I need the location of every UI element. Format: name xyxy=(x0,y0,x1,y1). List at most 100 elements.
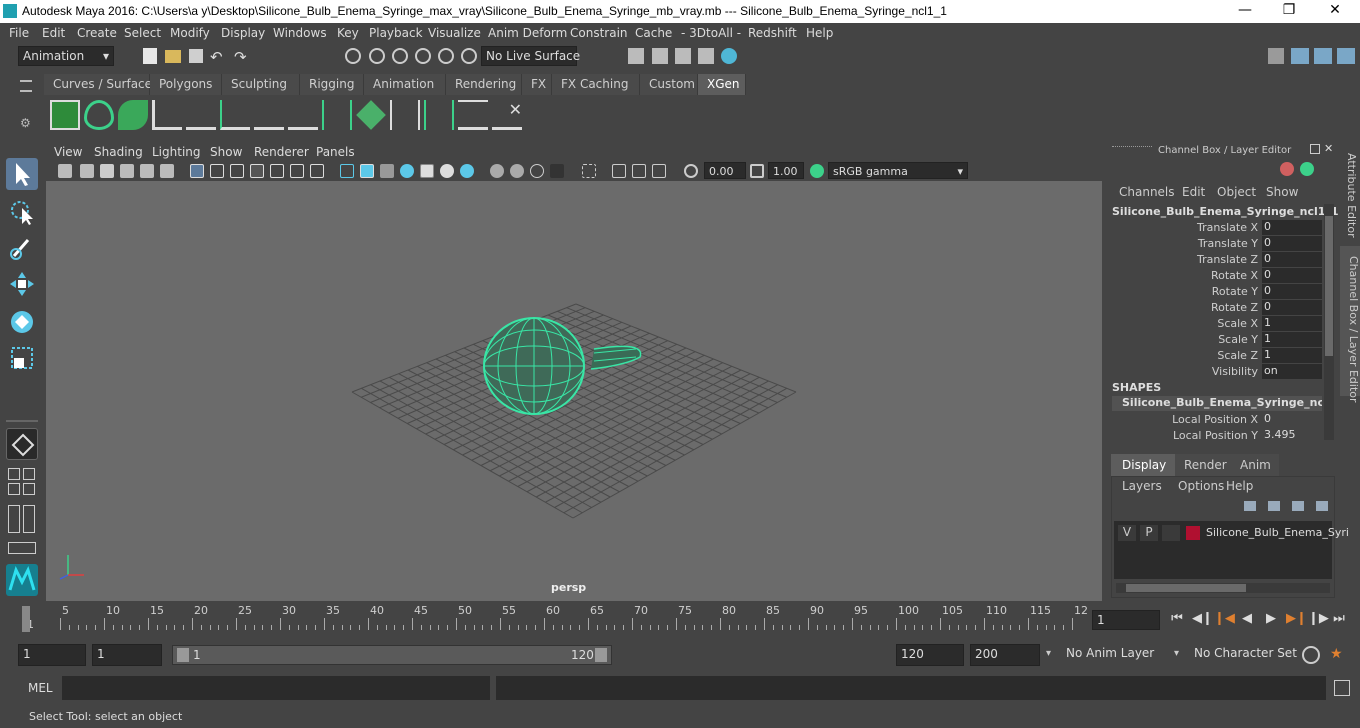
maya-home-icon[interactable] xyxy=(6,564,38,596)
screen-space-ao-icon[interactable] xyxy=(490,164,504,178)
layer-menu-layers[interactable]: Layers xyxy=(1122,479,1162,493)
xgen-guide-edit-icon[interactable] xyxy=(390,100,420,130)
gamma-field[interactable]: 1.00 xyxy=(768,162,804,179)
snap-point-icon[interactable] xyxy=(461,48,477,64)
tab-animation[interactable]: Animation xyxy=(364,74,446,95)
xray-icon[interactable] xyxy=(612,164,626,178)
camera-select-icon[interactable] xyxy=(58,164,72,178)
ipr-render-icon[interactable] xyxy=(675,48,691,64)
grid-toggle-icon[interactable] xyxy=(190,164,204,178)
xray-joints-icon[interactable] xyxy=(652,164,666,178)
xgen-leaf-icon[interactable] xyxy=(118,100,148,130)
new-layer-selected-icon[interactable] xyxy=(1316,501,1328,511)
move-tool-icon[interactable] xyxy=(6,268,38,300)
xgen-delete-icon[interactable]: ✕ xyxy=(492,100,522,130)
menu-windows[interactable]: Windows xyxy=(273,26,327,40)
tab-rendering[interactable]: Rendering xyxy=(446,74,522,95)
lasso-tool-icon[interactable] xyxy=(6,196,38,228)
close-button[interactable]: ✕ xyxy=(1320,2,1350,20)
select-by-hierarchy-icon[interactable] xyxy=(345,48,361,64)
menu-modify[interactable]: Modify xyxy=(170,26,210,40)
go-to-start-icon[interactable]: ⏮ xyxy=(1168,611,1186,629)
film-gate-icon[interactable] xyxy=(210,164,224,178)
layer-row[interactable]: V P Silicone_Bulb_Enema_Syri xyxy=(1118,525,1349,541)
chevron-down-icon[interactable]: ▾ xyxy=(1046,648,1051,659)
grease-pencil-icon[interactable] xyxy=(160,164,174,178)
command-input[interactable] xyxy=(62,676,490,700)
layer-tab-anim[interactable]: Anim xyxy=(1231,454,1279,476)
attr-value[interactable]: 0 xyxy=(1262,300,1322,315)
vp-menu-lighting[interactable]: Lighting xyxy=(152,145,201,159)
current-frame-field[interactable]: 1 xyxy=(1092,610,1160,630)
select-by-object-icon[interactable] xyxy=(369,48,385,64)
menu-redshift[interactable]: Redshift xyxy=(748,26,797,40)
attr-value[interactable]: on xyxy=(1262,364,1322,379)
paint-select-tool-icon[interactable] xyxy=(6,232,38,264)
cb-menu-edit[interactable]: Edit xyxy=(1182,185,1205,199)
persp-graph-layout-icon[interactable] xyxy=(23,468,35,480)
selected-object-name[interactable]: Silicone_Bulb_Enema_Syringe_ncl1_1 xyxy=(1112,205,1339,218)
default-material-icon[interactable] xyxy=(380,164,394,178)
menu-edit[interactable]: Edit xyxy=(42,26,65,40)
colorspace-dropdown[interactable]: sRGB gamma ▾ xyxy=(828,162,968,179)
tab-fx-caching[interactable]: FX Caching xyxy=(552,74,640,95)
layer-visibility-toggle[interactable]: V xyxy=(1118,525,1136,541)
attr-local-position-y[interactable]: Local Position Y 3.495 xyxy=(1104,428,1324,444)
cb-scrollbar[interactable] xyxy=(1324,204,1334,440)
layer-display-type[interactable] xyxy=(1162,525,1180,541)
animation-prefs-icon[interactable]: ★ xyxy=(1330,646,1348,664)
field-chart-icon[interactable] xyxy=(270,164,284,178)
select-by-component-icon[interactable] xyxy=(392,48,408,64)
new-scene-icon[interactable] xyxy=(143,48,157,64)
wireframe-on-shaded-icon[interactable] xyxy=(400,164,414,178)
attr-translate-x[interactable]: Translate X 0 xyxy=(1104,220,1324,236)
attr-value[interactable]: 3.495 xyxy=(1262,428,1322,443)
outliner-toggle-icon[interactable] xyxy=(8,505,20,533)
step-back-icon[interactable]: ◀❙ xyxy=(1192,611,1213,629)
menu-set-dropdown[interactable]: Animation ▾ xyxy=(18,46,114,66)
menu-constrain[interactable]: Constrain xyxy=(570,26,628,40)
xgen-add-guides-icon[interactable] xyxy=(152,100,182,130)
current-time-marker[interactable] xyxy=(22,606,30,632)
smooth-shade-icon[interactable] xyxy=(360,164,374,178)
gamma-icon[interactable] xyxy=(750,164,764,178)
render-view-icon[interactable] xyxy=(698,48,714,64)
attr-scale-y[interactable]: Scale Y 1 xyxy=(1104,332,1324,348)
tab-polygons[interactable]: Polygons xyxy=(150,74,222,95)
attr-value[interactable]: 0 xyxy=(1262,284,1322,299)
step-forward-key-icon[interactable]: ▶❙ xyxy=(1286,611,1307,629)
attr-local-position-x[interactable]: Local Position X 0 xyxy=(1104,412,1324,428)
tab-fx[interactable]: FX xyxy=(522,74,552,95)
xgen-guide-sculpt-icon[interactable] xyxy=(220,100,250,130)
script-editor-icon[interactable] xyxy=(1334,680,1350,696)
undo-icon[interactable]: ↶ xyxy=(210,48,228,66)
persp-outliner-layout-icon[interactable] xyxy=(8,483,20,495)
vp-menu-renderer[interactable]: Renderer xyxy=(254,145,309,159)
menu-display[interactable]: Display xyxy=(221,26,265,40)
redo-icon[interactable]: ↷ xyxy=(234,48,252,66)
render-current-icon[interactable] xyxy=(628,48,644,64)
attr-value[interactable]: 0 xyxy=(1262,268,1322,283)
play-forwards-icon[interactable]: ▶ xyxy=(1262,611,1280,629)
use-all-lights-icon[interactable] xyxy=(440,164,454,178)
render-settings-icon[interactable] xyxy=(652,48,668,64)
viewport-persp[interactable]: persp xyxy=(46,181,1102,601)
panel-toggle-icon[interactable] xyxy=(23,505,35,533)
attr-visibility[interactable]: Visibility on xyxy=(1104,364,1324,380)
channel-box-toggle-icon[interactable] xyxy=(1337,48,1355,64)
motion-blur-icon[interactable] xyxy=(510,164,524,178)
attr-translate-y[interactable]: Translate Y 0 xyxy=(1104,236,1324,252)
attr-translate-z[interactable]: Translate Z 0 xyxy=(1104,252,1324,268)
xgen-create-icon[interactable] xyxy=(50,100,80,130)
layer-playback-toggle[interactable]: P xyxy=(1140,525,1158,541)
time-slider[interactable]: 1 5 10 15 20 25 30 35 40 45 50 55 60 65 70 75 80 85 90 95 10… xyxy=(18,604,1088,634)
menu-key[interactable]: Key xyxy=(337,26,359,40)
layer-menu-help[interactable]: Help xyxy=(1226,479,1253,493)
gate-mask-icon[interactable] xyxy=(250,164,264,178)
cb-menu-object[interactable]: Object xyxy=(1217,185,1256,199)
shape-node-name[interactable]: Silicone_Bulb_Enema_Syringe_ncl1_... xyxy=(1112,396,1322,411)
range-start-handle[interactable] xyxy=(177,648,189,662)
xgen-grass-icon[interactable] xyxy=(322,100,352,130)
timeline-toggle-icon[interactable] xyxy=(8,542,36,554)
menu-file[interactable]: File xyxy=(9,26,29,40)
